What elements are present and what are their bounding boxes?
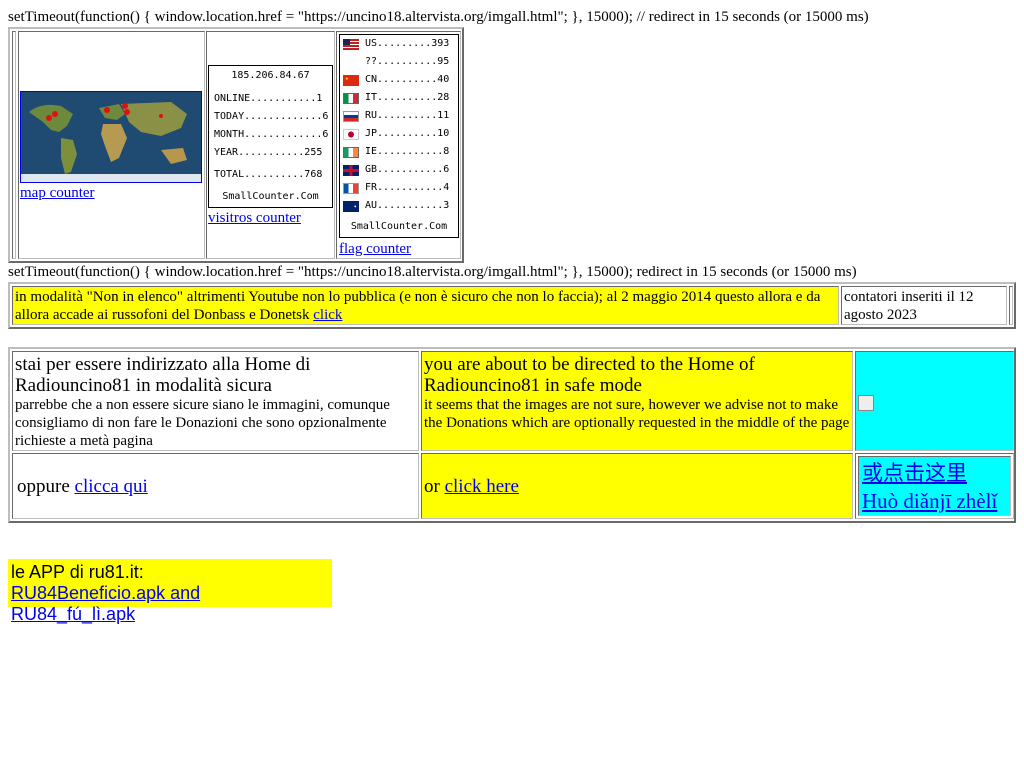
flag-row-ie: IE...........8 <box>365 146 450 157</box>
english-message-cell: you are about to be directed to the Home… <box>421 351 853 451</box>
script-text-top: setTimeout(function() { window.location.… <box>8 9 869 25</box>
cn-flag-icon: ★ <box>343 74 359 86</box>
ie-flag-icon <box>343 146 359 158</box>
spacer-cell <box>1009 286 1013 325</box>
spacer-cell <box>12 31 16 259</box>
contatori-date-cell: contatori inseriti il 12 agosto 2023 <box>841 286 1007 325</box>
jp-flag-icon <box>343 128 359 140</box>
italian-or: oppure <box>17 476 70 497</box>
flag-counter-widget[interactable]: US.........393 ??..........95 ★ CN.......… <box>339 34 459 238</box>
visitors-row-today: TODAY.............6 <box>214 111 329 122</box>
flag-row-ru: RU..........11 <box>365 110 450 121</box>
italian-body: parrebbe che a non essere sicure siano l… <box>15 397 390 449</box>
flag-row-au: AU...........3 <box>365 200 450 211</box>
app-label: le APP di ru81.it: <box>11 562 144 582</box>
apk-download-link[interactable]: RU84Beneficio.apk and RU84_fú_lì.apk <box>11 583 200 624</box>
english-body: it seems that the images are not sure, h… <box>424 397 850 431</box>
map-counter-cell: map counter <box>18 31 205 259</box>
english-click-link[interactable]: click here <box>445 476 519 497</box>
flag-row-us: US.........393 <box>365 38 450 49</box>
au-flag-icon: ✦ <box>343 200 359 212</box>
ru-flag-icon <box>343 110 359 122</box>
visitors-row-total: TOTAL..........768 <box>214 169 323 180</box>
notice-text: in modalità "Non in elenco" altrimenti Y… <box>15 289 821 323</box>
pinyin-click-link[interactable]: Huò diǎnjī zhèlǐ <box>862 489 997 513</box>
flag-counter-link[interactable]: flag counter <box>339 241 411 258</box>
flag-row-fr: FR...........4 <box>365 182 450 193</box>
italian-title: stai per essere indirizzato alla Home di… <box>15 354 311 396</box>
english-title: you are about to be directed to the Home… <box>424 354 755 396</box>
italian-link-cell: oppure clicca qui <box>12 453 419 519</box>
english-link-cell: or click here <box>421 453 853 519</box>
flag-row-gb: GB...........6 <box>365 164 450 175</box>
flag-row-jp: JP..........10 <box>365 128 450 139</box>
broken-image-icon <box>858 395 874 411</box>
notice-table: in modalità "Non in elenco" altrimenti Y… <box>8 282 1016 329</box>
unknown-flag-icon <box>343 57 359 68</box>
flag-row-cn: CN..........40 <box>365 74 450 85</box>
flag-brand: SmallCounter.Com <box>350 221 448 232</box>
counters-table: map counter 185.206.84.67 ONLINE........… <box>8 27 464 263</box>
image-cell <box>855 351 1014 451</box>
script-text-middle: setTimeout(function() { window.location.… <box>8 264 857 280</box>
visitors-counter-cell: 185.206.84.67 ONLINE...........1 TODAY..… <box>206 31 335 259</box>
notice-click-link[interactable]: click <box>313 307 342 323</box>
flag-counter-cell: US.........393 ??..........95 ★ CN.......… <box>336 31 461 259</box>
world-map-icon <box>21 92 201 182</box>
chinese-link-cell: 或点击这里 Huò diǎnjī zhèlǐ <box>858 456 1011 516</box>
world-map-image[interactable] <box>20 91 202 183</box>
redirect-table: stai per essere indirizzato alla Home di… <box>8 347 1016 523</box>
chinese-click-link[interactable]: 或点击这里 <box>862 461 967 485</box>
flag-row-it: IT..........28 <box>365 92 450 103</box>
italian-message-cell: stai per essere indirizzato alla Home di… <box>12 351 419 451</box>
it-flag-icon <box>343 92 359 104</box>
italian-click-link[interactable]: clicca qui <box>75 476 148 497</box>
visitors-counter-widget[interactable]: 185.206.84.67 ONLINE...........1 TODAY..… <box>208 65 333 208</box>
notice-cell: in modalità "Non in elenco" altrimenti Y… <box>12 286 839 325</box>
fr-flag-icon <box>343 182 359 194</box>
visitor-ip: 185.206.84.67 <box>231 70 310 81</box>
map-counter-link[interactable]: map counter <box>20 185 95 202</box>
flag-row-unknown: ??..........95 <box>365 56 450 67</box>
gb-flag-icon <box>343 164 359 176</box>
visitors-counter-link[interactable]: visitros counter <box>208 210 301 227</box>
visitors-row-online: ONLINE...........1 <box>214 93 323 104</box>
visitors-brand: SmallCounter.Com <box>222 191 319 202</box>
visitors-row-year: YEAR...........255 <box>214 147 323 158</box>
us-flag-icon <box>343 38 359 50</box>
app-box: le APP di ru81.it: RU84Beneficio.apk and… <box>8 559 332 624</box>
chinese-link-outer-cell: 或点击这里 Huò diǎnjī zhèlǐ <box>855 453 1014 519</box>
visitors-row-month: MONTH.............6 <box>214 129 329 140</box>
english-or: or <box>424 476 440 497</box>
